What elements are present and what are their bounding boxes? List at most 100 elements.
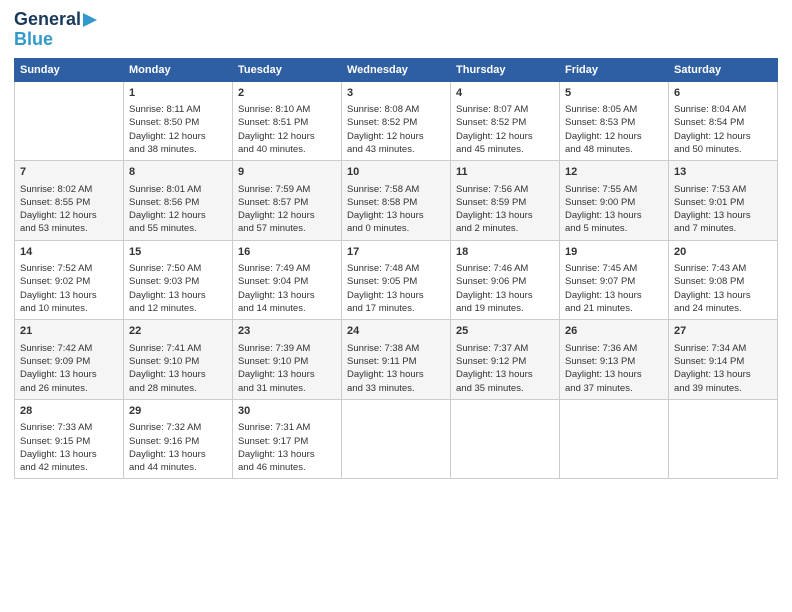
- calendar-day-cell: 27Sunrise: 7:34 AMSunset: 9:14 PMDayligh…: [669, 320, 778, 400]
- day-info-line: and 14 minutes.: [238, 302, 336, 315]
- day-info-line: Daylight: 13 hours: [129, 289, 227, 302]
- day-info-line: Daylight: 12 hours: [456, 130, 554, 143]
- calendar-week-row: 1Sunrise: 8:11 AMSunset: 8:50 PMDaylight…: [15, 81, 778, 161]
- day-number: 12: [565, 165, 663, 180]
- day-info-line: Sunset: 8:59 PM: [456, 196, 554, 209]
- calendar-day-cell: 25Sunrise: 7:37 AMSunset: 9:12 PMDayligh…: [451, 320, 560, 400]
- day-info-line: Daylight: 12 hours: [20, 209, 118, 222]
- day-info-line: Sunset: 8:57 PM: [238, 196, 336, 209]
- day-info-line: Daylight: 13 hours: [129, 368, 227, 381]
- day-info-line: Daylight: 13 hours: [238, 368, 336, 381]
- day-info-line: and 38 minutes.: [129, 143, 227, 156]
- day-info-line: Sunset: 8:52 PM: [456, 116, 554, 129]
- day-info-line: and 50 minutes.: [674, 143, 772, 156]
- calendar-day-cell: 15Sunrise: 7:50 AMSunset: 9:03 PMDayligh…: [124, 240, 233, 320]
- calendar-day-cell: 17Sunrise: 7:48 AMSunset: 9:05 PMDayligh…: [342, 240, 451, 320]
- calendar-day-cell: 20Sunrise: 7:43 AMSunset: 9:08 PMDayligh…: [669, 240, 778, 320]
- calendar-day-cell: 10Sunrise: 7:58 AMSunset: 8:58 PMDayligh…: [342, 161, 451, 241]
- day-info-line: Sunrise: 7:46 AM: [456, 262, 554, 275]
- page-container: GeneralBlue SundayMondayTuesdayWednesday…: [0, 0, 792, 489]
- calendar-day-cell: 2Sunrise: 8:10 AMSunset: 8:51 PMDaylight…: [233, 81, 342, 161]
- header-area: GeneralBlue: [14, 10, 778, 50]
- day-info-line: and 10 minutes.: [20, 302, 118, 315]
- day-info-line: Daylight: 13 hours: [674, 209, 772, 222]
- day-number: 23: [238, 324, 336, 339]
- day-info-line: and 42 minutes.: [20, 461, 118, 474]
- day-number: 9: [238, 165, 336, 180]
- calendar-day-cell: [342, 399, 451, 479]
- weekday-header: Sunday: [15, 58, 124, 81]
- day-info-line: Daylight: 13 hours: [129, 448, 227, 461]
- logo-blue-text: Blue: [14, 29, 53, 49]
- day-info-line: Sunset: 8:53 PM: [565, 116, 663, 129]
- day-info-line: and 53 minutes.: [20, 222, 118, 235]
- day-info-line: Sunrise: 8:07 AM: [456, 103, 554, 116]
- day-info-line: and 2 minutes.: [456, 222, 554, 235]
- calendar-day-cell: 29Sunrise: 7:32 AMSunset: 9:16 PMDayligh…: [124, 399, 233, 479]
- day-info-line: Sunrise: 7:38 AM: [347, 342, 445, 355]
- day-info-line: Sunset: 9:07 PM: [565, 275, 663, 288]
- day-info-line: Daylight: 12 hours: [238, 209, 336, 222]
- day-number: 13: [674, 165, 772, 180]
- calendar-day-cell: 19Sunrise: 7:45 AMSunset: 9:07 PMDayligh…: [560, 240, 669, 320]
- day-number: 7: [20, 165, 118, 180]
- day-number: 28: [20, 404, 118, 419]
- day-number: 14: [20, 245, 118, 260]
- day-info-line: Sunrise: 8:01 AM: [129, 183, 227, 196]
- calendar-day-cell: 11Sunrise: 7:56 AMSunset: 8:59 PMDayligh…: [451, 161, 560, 241]
- day-info-line: Daylight: 13 hours: [238, 289, 336, 302]
- day-number: 5: [565, 86, 663, 101]
- logo-text: GeneralBlue: [14, 10, 97, 50]
- calendar-week-row: 28Sunrise: 7:33 AMSunset: 9:15 PMDayligh…: [15, 399, 778, 479]
- day-number: 30: [238, 404, 336, 419]
- day-number: 2: [238, 86, 336, 101]
- day-info-line: Daylight: 13 hours: [674, 368, 772, 381]
- day-info-line: and 19 minutes.: [456, 302, 554, 315]
- day-info-line: Sunrise: 7:53 AM: [674, 183, 772, 196]
- day-number: 18: [456, 245, 554, 260]
- calendar-day-cell: 1Sunrise: 8:11 AMSunset: 8:50 PMDaylight…: [124, 81, 233, 161]
- logo: GeneralBlue: [14, 10, 97, 50]
- day-info-line: Sunrise: 7:43 AM: [674, 262, 772, 275]
- day-info-line: Sunrise: 7:41 AM: [129, 342, 227, 355]
- day-info-line: and 26 minutes.: [20, 382, 118, 395]
- day-info-line: Sunset: 9:05 PM: [347, 275, 445, 288]
- day-info-line: Sunset: 9:00 PM: [565, 196, 663, 209]
- day-info-line: and 35 minutes.: [456, 382, 554, 395]
- calendar-table: SundayMondayTuesdayWednesdayThursdayFrid…: [14, 58, 778, 480]
- calendar-week-row: 7Sunrise: 8:02 AMSunset: 8:55 PMDaylight…: [15, 161, 778, 241]
- day-info-line: Daylight: 12 hours: [129, 209, 227, 222]
- day-info-line: Daylight: 12 hours: [565, 130, 663, 143]
- day-info-line: Sunset: 9:14 PM: [674, 355, 772, 368]
- calendar-day-cell: 28Sunrise: 7:33 AMSunset: 9:15 PMDayligh…: [15, 399, 124, 479]
- day-info-line: Daylight: 13 hours: [456, 289, 554, 302]
- day-info-line: and 39 minutes.: [674, 382, 772, 395]
- calendar-day-cell: 21Sunrise: 7:42 AMSunset: 9:09 PMDayligh…: [15, 320, 124, 400]
- day-number: 15: [129, 245, 227, 260]
- calendar-day-cell: 8Sunrise: 8:01 AMSunset: 8:56 PMDaylight…: [124, 161, 233, 241]
- day-info-line: Sunset: 8:50 PM: [129, 116, 227, 129]
- day-info-line: and 24 minutes.: [674, 302, 772, 315]
- day-number: 6: [674, 86, 772, 101]
- calendar-day-cell: 23Sunrise: 7:39 AMSunset: 9:10 PMDayligh…: [233, 320, 342, 400]
- day-info-line: Sunrise: 7:45 AM: [565, 262, 663, 275]
- day-info-line: Sunset: 9:03 PM: [129, 275, 227, 288]
- calendar-day-cell: 26Sunrise: 7:36 AMSunset: 9:13 PMDayligh…: [560, 320, 669, 400]
- day-number: 16: [238, 245, 336, 260]
- day-info-line: Daylight: 13 hours: [20, 448, 118, 461]
- day-info-line: and 46 minutes.: [238, 461, 336, 474]
- calendar-day-cell: 9Sunrise: 7:59 AMSunset: 8:57 PMDaylight…: [233, 161, 342, 241]
- day-number: 26: [565, 324, 663, 339]
- calendar-day-cell: 12Sunrise: 7:55 AMSunset: 9:00 PMDayligh…: [560, 161, 669, 241]
- weekday-header: Friday: [560, 58, 669, 81]
- calendar-header-row: SundayMondayTuesdayWednesdayThursdayFrid…: [15, 58, 778, 81]
- day-info-line: Daylight: 13 hours: [565, 209, 663, 222]
- weekday-header: Saturday: [669, 58, 778, 81]
- day-number: 11: [456, 165, 554, 180]
- calendar-day-cell: 16Sunrise: 7:49 AMSunset: 9:04 PMDayligh…: [233, 240, 342, 320]
- day-info-line: and 43 minutes.: [347, 143, 445, 156]
- calendar-day-cell: 14Sunrise: 7:52 AMSunset: 9:02 PMDayligh…: [15, 240, 124, 320]
- day-info-line: and 17 minutes.: [347, 302, 445, 315]
- day-info-line: Daylight: 13 hours: [347, 289, 445, 302]
- calendar-day-cell: 5Sunrise: 8:05 AMSunset: 8:53 PMDaylight…: [560, 81, 669, 161]
